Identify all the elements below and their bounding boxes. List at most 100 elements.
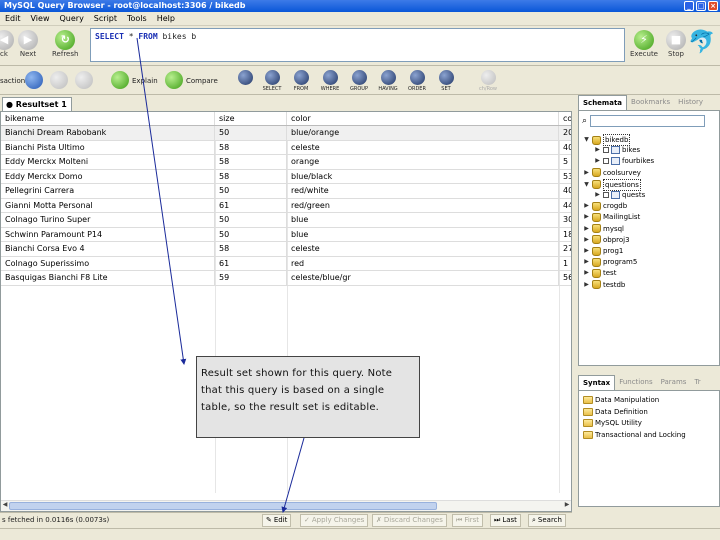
sql-where-button[interactable]: WHERE — [320, 70, 340, 92]
last-button[interactable]: ⏭ Last — [490, 514, 521, 527]
tree-item-testdb[interactable]: ▶ testdb — [583, 280, 625, 290]
table-row[interactable]: Colnago Superissimo 61 red 1 — [1, 256, 571, 271]
header-size[interactable]: size — [215, 112, 287, 125]
sql-order-button[interactable]: ORDER — [407, 70, 427, 92]
table-row[interactable]: Colnago Turino Super50blue30 — [1, 213, 571, 228]
cell-size[interactable]: 59 — [215, 271, 287, 285]
schemata-search-input[interactable] — [590, 115, 706, 127]
expand-arrow-icon[interactable]: ▶ — [583, 280, 590, 290]
cell-size[interactable]: 61 — [215, 198, 287, 212]
cell-color[interactable]: blue — [287, 227, 559, 241]
tree-item-test[interactable]: ▶ test — [583, 268, 616, 278]
header-color[interactable]: color — [287, 112, 559, 125]
scroll-thumb[interactable] — [9, 502, 437, 510]
sql-group-button[interactable]: GROUP — [349, 70, 369, 92]
table-row[interactable]: Bianchi Pista Ultimo58celeste40 — [1, 140, 571, 155]
tree-item-mailinglist[interactable]: ▶ MailingList — [583, 212, 640, 222]
menu-tools[interactable]: Tools — [122, 14, 152, 23]
cell-color[interactable]: blue/orange — [287, 126, 559, 140]
cell-color[interactable]: celeste — [287, 242, 559, 256]
start-transaction-icon[interactable] — [25, 71, 43, 89]
table-row[interactable]: Schwinn Paramount P1450blue18 — [1, 227, 571, 242]
table-row[interactable]: Bianchi Dream Rabobank50blue/orange20 — [1, 126, 571, 141]
menu-script[interactable]: Script — [89, 14, 122, 23]
cell-size[interactable]: 58 — [215, 169, 287, 183]
maximize-icon[interactable]: □ — [696, 1, 706, 11]
tree-item-program5[interactable]: ▶ program5 — [583, 257, 637, 267]
tree-item-quests[interactable]: ▶ quests — [594, 190, 645, 200]
cell-color[interactable]: blue — [287, 213, 559, 227]
tab-params[interactable]: Params — [657, 375, 691, 391]
tree-item-coolsurvey[interactable]: ▶ coolsurvey — [583, 168, 641, 178]
compare-label[interactable]: Compare — [186, 77, 218, 85]
cell-size[interactable]: 61 — [215, 256, 287, 270]
cell-bikename[interactable]: Gianni Motta Personal — [1, 198, 215, 212]
cell-size[interactable]: 50 — [215, 213, 287, 227]
expand-arrow-icon[interactable]: ▶ — [594, 145, 601, 155]
scroll-left-icon[interactable]: ◀ — [1, 501, 9, 511]
expand-arrow-icon[interactable]: ▶ — [583, 235, 590, 245]
minimize-icon[interactable]: _ — [684, 1, 694, 11]
expand-arrow-icon[interactable]: ▶ — [583, 168, 590, 178]
apply-changes-button[interactable]: ✓ Apply Changes — [300, 514, 369, 527]
cell-co[interactable]: 56 — [559, 271, 571, 285]
cell-co[interactable]: 40 — [559, 184, 571, 198]
tab-functions[interactable]: Functions — [615, 375, 656, 391]
syntax-item[interactable]: Data Manipulation — [583, 395, 659, 405]
cell-size[interactable]: 50 — [215, 227, 287, 241]
cell-bikename[interactable]: Bianchi Corsa Evo 4 — [1, 242, 215, 256]
cell-co[interactable]: 27 — [559, 242, 571, 256]
expand-arrow-icon[interactable]: ▶ — [583, 268, 590, 278]
expand-arrow-icon[interactable]: ▶ — [583, 224, 590, 234]
table-row[interactable]: Eddy Merckx Molteni 58 orange 5 — [1, 155, 571, 170]
refresh-row-button[interactable]: ch/Row — [478, 70, 498, 92]
cell-size[interactable]: 58 — [215, 155, 287, 169]
cell-bikename[interactable]: Colnago Superissimo — [1, 256, 215, 270]
syntax-item[interactable]: MySQL Utility — [583, 418, 642, 428]
back-button[interactable]: ◀ ck — [0, 30, 14, 58]
table-row[interactable]: Pellegrini Carrera50red/white40 — [1, 184, 571, 199]
first-button[interactable]: ⏮ First — [452, 514, 484, 527]
tab-resultset-1[interactable]: ● Resultset 1 — [2, 97, 72, 111]
header-bikename[interactable]: bikename — [1, 112, 215, 125]
table-row[interactable]: Basquigas Bianchi F8 Lite 59 celeste/blue/… — [1, 271, 571, 286]
table-row[interactable]: Bianchi Corsa Evo 458celeste27 — [1, 242, 571, 257]
expand-arrow-icon[interactable]: ▶ — [583, 246, 590, 256]
table-expander-icon[interactable] — [603, 147, 609, 154]
refresh-button[interactable]: ↻ Refresh — [52, 30, 78, 58]
menu-view[interactable]: View — [26, 14, 55, 23]
cell-color[interactable]: blue/black — [287, 169, 559, 183]
close-icon[interactable]: × — [708, 1, 718, 11]
execute-button[interactable]: ⚡ Execute — [630, 30, 658, 58]
expand-arrow-icon[interactable]: ▶ — [594, 156, 601, 166]
explain-icon[interactable] — [111, 71, 129, 89]
menu-help[interactable]: Help — [152, 14, 180, 23]
expand-arrow-icon[interactable]: ▶ — [583, 201, 590, 211]
tree-item-questions[interactable]: ▼ questions — [583, 178, 641, 191]
menu-edit[interactable]: Edit — [0, 14, 26, 23]
horizontal-scrollbar[interactable]: ◀ ▶ — [1, 500, 571, 511]
cell-co[interactable]: 30 — [559, 213, 571, 227]
cell-co[interactable]: 20 — [559, 126, 571, 140]
explain-label[interactable]: Explain — [132, 77, 158, 85]
cell-size[interactable]: 50 — [215, 184, 287, 198]
select-query-button[interactable] — [235, 70, 255, 92]
tree-item-mysql[interactable]: ▶ mysql — [583, 224, 624, 234]
stop-button[interactable]: ■ Stop — [666, 30, 686, 58]
cell-color[interactable]: red — [287, 256, 559, 270]
sql-from-button[interactable]: FROM — [291, 70, 311, 92]
cell-co[interactable]: 44 — [559, 199, 571, 213]
search-button[interactable]: ⌕ Search — [528, 514, 566, 527]
tab-history[interactable]: History — [674, 95, 707, 111]
cell-color[interactable]: orange — [287, 155, 559, 169]
cell-size[interactable]: 58 — [215, 242, 287, 256]
syntax-item[interactable]: Data Definition — [583, 407, 648, 417]
cell-color[interactable]: red/white — [287, 184, 559, 198]
collapse-arrow-icon[interactable]: ▼ — [583, 135, 590, 145]
commit-icon[interactable] — [50, 71, 68, 89]
cell-bikename[interactable]: Basquigas Bianchi F8 Lite — [1, 271, 215, 285]
cell-bikename[interactable]: Eddy Merckx Domo — [1, 169, 215, 183]
query-editor[interactable]: SELECT * FROM bikes b — [90, 28, 625, 62]
cell-co[interactable]: 1 — [559, 257, 571, 271]
table-row[interactable]: Gianni Motta Personal61red/green44 — [1, 198, 571, 213]
